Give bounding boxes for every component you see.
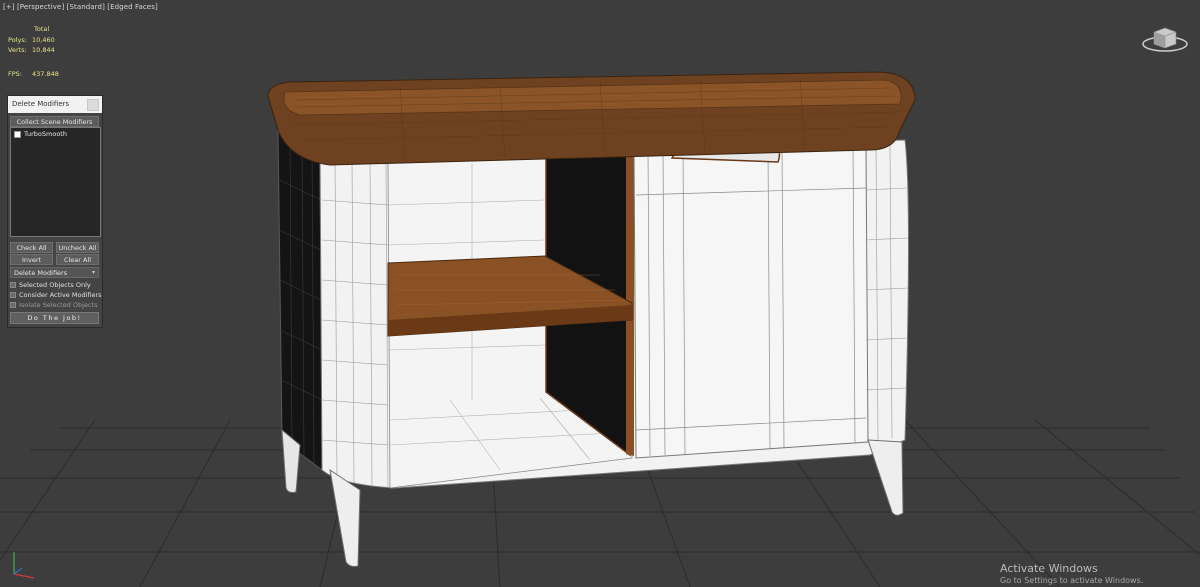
option-selected-objects-only[interactable]: Selected Objects Only [10,281,91,289]
uncheck-all-button[interactable]: Uncheck All [56,242,99,253]
stats-fps-label: FPS: [8,69,22,78]
do-the-job-button[interactable]: Do The Job! [10,312,99,324]
viewport-menu-standard[interactable]: [Standard] [67,3,105,11]
viewport-menu-plus[interactable]: [+] [3,3,15,11]
option-isolate-selected-objects: Isolate Selected Objects [10,301,97,309]
cabinet-door [633,147,869,459]
cabinet-left-side [277,129,323,472]
invert-button[interactable]: Invert [10,254,53,265]
activation-watermark: Activate Windows Go to Settings to activ… [1000,562,1143,585]
scene-render [0,71,1200,587]
stats-total-label: Total [34,25,50,33]
option-checkbox [10,302,16,308]
close-icon[interactable] [87,99,99,111]
mode-dropdown[interactable]: Delete Modifiers ▾ [10,267,99,278]
option-checkbox[interactable] [10,292,16,298]
option-label: Selected Objects Only [19,281,91,289]
watermark-subtitle: Go to Settings to activate Windows. [1000,576,1144,585]
option-label: Consider Active Modifiers [19,291,102,299]
viewport-menu-edged-faces[interactable]: [Edged Faces] [107,3,158,11]
watermark-title: Activate Windows [1000,562,1098,575]
statistics-overlay: Total Polys: 10,460 Verts: 10,844 FPS: 437.… [8,24,59,79]
stats-verts-label: Verts: [8,46,27,54]
stats-polys-label: Polys: [8,35,27,44]
clear-all-button[interactable]: Clear All [56,254,99,265]
modifier-list[interactable]: TurboSmooth [10,127,101,237]
option-consider-active-modifiers[interactable]: Consider Active Modifiers [10,291,102,299]
stats-polys-value: 10,460 [32,35,55,44]
viewcube-icon[interactable] [1140,20,1190,56]
check-all-button[interactable]: Check All [10,242,53,253]
option-label: Isolate Selected Objects [19,301,98,309]
3d-viewport[interactable]: [+] [Perspective] [Standard] [Edged Face… [0,0,1200,587]
option-checkbox[interactable] [10,282,16,288]
stats-verts-value: 10,844 [32,46,55,54]
mode-dropdown-value: Delete Modifiers [14,269,68,277]
delete-modifiers-panel: Delete Modifiers Collect Scene Modifiers… [7,95,103,328]
chevron-down-icon: ▾ [91,269,95,276]
collect-scene-modifiers-button[interactable]: Collect Scene Modifiers [10,116,99,127]
stats-fps-value: 437.848 [32,69,59,78]
viewport-label[interactable]: [+] [Perspective] [Standard] [Edged Face… [3,3,158,11]
viewport-menu-perspective[interactable]: [Perspective] [17,3,64,11]
modifier-checkbox[interactable] [14,130,21,138]
list-item[interactable]: TurboSmooth [14,130,67,138]
modifier-label: TurboSmooth [24,130,67,138]
axis-gizmo-icon [13,552,35,579]
